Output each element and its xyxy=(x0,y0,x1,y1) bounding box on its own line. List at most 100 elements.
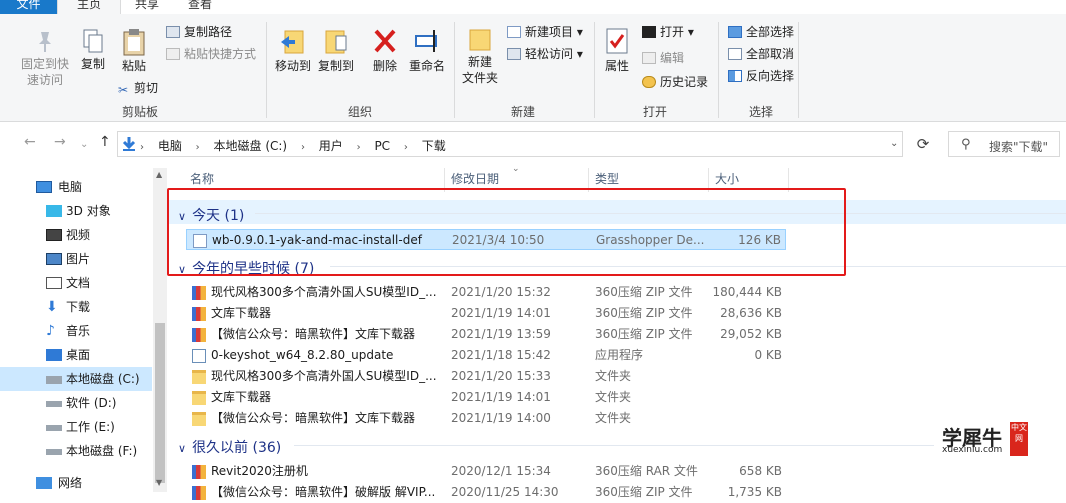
group-divider-line xyxy=(330,266,1066,267)
clipboard-group-label: 剪贴板 xyxy=(121,105,158,119)
breadcrumb-chevron-icon: › xyxy=(195,142,200,153)
document-icon xyxy=(46,277,62,289)
computer-icon xyxy=(36,181,52,193)
new-folder-button[interactable]: 新建 文件夹 xyxy=(458,26,502,86)
file-row[interactable]: Revit2020注册机 2020/12/1 15:34 360压缩 RAR 文件 6… xyxy=(186,461,786,482)
properties-button[interactable]: 属性 xyxy=(600,26,634,74)
column-divider[interactable] xyxy=(708,168,709,192)
folder-row[interactable]: 文库下载器 2021/1/19 14:01 文件夹 xyxy=(186,387,786,408)
select-all-label: 全部选择 xyxy=(746,25,795,39)
scrollbar-thumb[interactable] xyxy=(155,323,165,483)
file-row[interactable]: 【微信公众号：暗黑软件】文库下载器 2021/1/19 13:59 360压缩 ZI… xyxy=(186,324,786,345)
sidebar-item-3d-objects[interactable]: 3D 对象 xyxy=(0,199,152,223)
back-arrow-icon[interactable]: ← xyxy=(24,134,36,150)
tab-share[interactable]: 共享 xyxy=(124,0,170,14)
new-item-label: 新建项目 xyxy=(525,25,574,39)
collapse-chevron-icon: ∨ xyxy=(178,263,187,276)
rename-button[interactable]: 重命名 xyxy=(406,26,448,74)
edit-button[interactable]: 编辑 xyxy=(642,50,684,66)
folder-row[interactable]: 现代风格300多个高清外国人SU模型ID_... 2021/1/20 15:33 文… xyxy=(186,366,786,387)
search-placeholder[interactable]: 搜索"下载" xyxy=(989,138,1048,155)
sidebar-item-desktop[interactable]: 桌面 xyxy=(0,343,152,367)
invert-selection-button[interactable]: 反向选择 xyxy=(728,68,794,84)
zip-icon xyxy=(192,465,206,479)
open-button[interactable]: 打开 ▾ xyxy=(642,24,694,40)
paste-label: 粘贴 xyxy=(121,59,146,73)
sidebar-scrollbar[interactable]: ▲ ▼ xyxy=(153,168,167,492)
sidebar-item-music[interactable]: ♪ 音乐 xyxy=(0,319,152,343)
sidebar-item-documents[interactable]: 文档 xyxy=(0,271,152,295)
scissors-icon: ✂ xyxy=(118,83,129,97)
delete-button[interactable]: 删除 xyxy=(368,26,402,74)
group-header-long-ago[interactable]: ∨ 很久以前 (36) xyxy=(178,437,281,457)
group-header-today[interactable]: ∨ 今天 (1) xyxy=(178,205,244,225)
refresh-icon[interactable]: ⟳ xyxy=(908,131,938,157)
column-divider[interactable] xyxy=(588,168,589,192)
rename-label: 重命名 xyxy=(408,59,445,73)
file-row[interactable]: 现代风格300多个高清外国人SU模型ID_... 2021/1/20 15:32 3… xyxy=(186,282,786,303)
up-arrow-icon[interactable]: ↑ xyxy=(99,134,111,150)
breadcrumb-item[interactable]: 电脑 xyxy=(158,139,182,153)
move-to-button[interactable]: 移动到 xyxy=(272,26,314,74)
ribbon: 固定到快 速访问 复制 粘贴 复制路径 粘贴快捷方式 ✂ 剪切 剪贴板 移动到 复… xyxy=(0,14,1066,122)
copy-to-button[interactable]: 复制到 xyxy=(315,26,357,74)
copy-label: 复制 xyxy=(80,57,105,71)
paste-shortcut-button[interactable]: 粘贴快捷方式 xyxy=(166,46,256,62)
breadcrumb-item[interactable]: 下载 xyxy=(422,139,446,153)
file-row[interactable]: 文库下载器 2021/1/19 14:01 360压缩 ZIP 文件 28,636 K… xyxy=(186,303,786,324)
download-icon: ⬇ xyxy=(46,299,58,315)
select-all-button[interactable]: 全部选择 xyxy=(728,24,794,40)
address-dropdown-icon[interactable]: ⌄ xyxy=(890,138,898,149)
tab-view[interactable]: 查看 xyxy=(177,0,223,14)
edit-icon xyxy=(642,52,656,64)
scroll-down-icon[interactable]: ▼ xyxy=(156,478,162,487)
column-divider[interactable] xyxy=(444,168,445,192)
network-icon xyxy=(36,477,52,489)
history-button[interactable]: 历史记录 xyxy=(642,74,708,90)
path-icon xyxy=(166,26,180,38)
breadcrumb-item[interactable]: 用户 xyxy=(319,139,343,153)
paste-button[interactable]: 粘贴 xyxy=(114,28,154,74)
column-header-type[interactable]: 类型 xyxy=(595,170,619,187)
shortcut-icon xyxy=(166,48,180,60)
music-icon: ♪ xyxy=(46,323,55,339)
file-row[interactable]: wb-0.9.0.1-yak-and-mac-install-def 2021/… xyxy=(186,229,786,250)
sidebar-item-drive-f[interactable]: 本地磁盘 (F:) xyxy=(0,439,152,463)
cut-button[interactable]: ✂ 剪切 xyxy=(118,80,158,96)
folder-icon xyxy=(192,412,206,426)
column-header-name[interactable]: 名称 xyxy=(190,170,214,187)
chevron-down-icon: ▾ xyxy=(684,25,694,39)
copy-path-button[interactable]: 复制路径 xyxy=(166,24,232,40)
search-box[interactable]: ⚲ 搜索"下载" xyxy=(948,131,1060,157)
tab-file[interactable]: 文件 xyxy=(0,0,57,14)
file-row[interactable]: 【微信公众号：暗黑软件】破解版 解VIP... 2020/11/25 14:30 3… xyxy=(186,482,786,503)
copy-button[interactable]: 复制 xyxy=(76,28,110,72)
column-header-size[interactable]: 大小 xyxy=(715,170,739,187)
recent-chevron-icon[interactable]: ⌄ xyxy=(80,139,88,150)
select-none-button[interactable]: 全部取消 xyxy=(728,46,794,62)
sidebar-item-drive-c[interactable]: 本地磁盘 (C:) xyxy=(0,367,152,391)
sidebar-item-videos[interactable]: 视频 xyxy=(0,223,152,247)
sort-chevron-icon: ⌄ xyxy=(512,164,520,174)
column-divider[interactable] xyxy=(788,168,789,192)
easy-access-button[interactable]: 轻松访问 ▾ xyxy=(507,46,583,62)
breadcrumb-item[interactable]: 本地磁盘 (C:) xyxy=(214,139,288,153)
sidebar-item-drive-e[interactable]: 工作 (E:) xyxy=(0,415,152,439)
new-item-button[interactable]: 新建项目 ▾ xyxy=(507,24,583,40)
collapse-chevron-icon: ∨ xyxy=(178,442,187,455)
group-header-earlier-this-year[interactable]: ∨ 今年的早些时候 (7) xyxy=(178,258,314,278)
file-row[interactable]: 0-keyshot_w64_8.2.80_update 2021/1/18 15:… xyxy=(186,345,786,366)
sidebar-item-pictures[interactable]: 图片 xyxy=(0,247,152,271)
tab-home[interactable]: 主页 xyxy=(57,0,121,14)
pin-to-quick-access-button[interactable]: 固定到快 速访问 xyxy=(14,28,76,88)
sidebar-item-downloads[interactable]: ⬇ 下载 xyxy=(0,295,152,319)
desktop-icon xyxy=(46,349,62,361)
sidebar-item-network[interactable]: 网络 xyxy=(0,471,152,495)
scroll-up-icon[interactable]: ▲ xyxy=(156,170,162,179)
sidebar-item-computer[interactable]: 电脑 xyxy=(0,175,152,199)
column-header-date[interactable]: 修改日期 xyxy=(451,170,499,187)
folder-row[interactable]: 【微信公众号：暗黑软件】文库下载器 2021/1/19 14:00 文件夹 xyxy=(186,408,786,429)
forward-arrow-icon[interactable]: → xyxy=(54,134,66,150)
breadcrumb-item[interactable]: PC xyxy=(374,139,390,153)
sidebar-item-drive-d[interactable]: 软件 (D:) xyxy=(0,391,152,415)
